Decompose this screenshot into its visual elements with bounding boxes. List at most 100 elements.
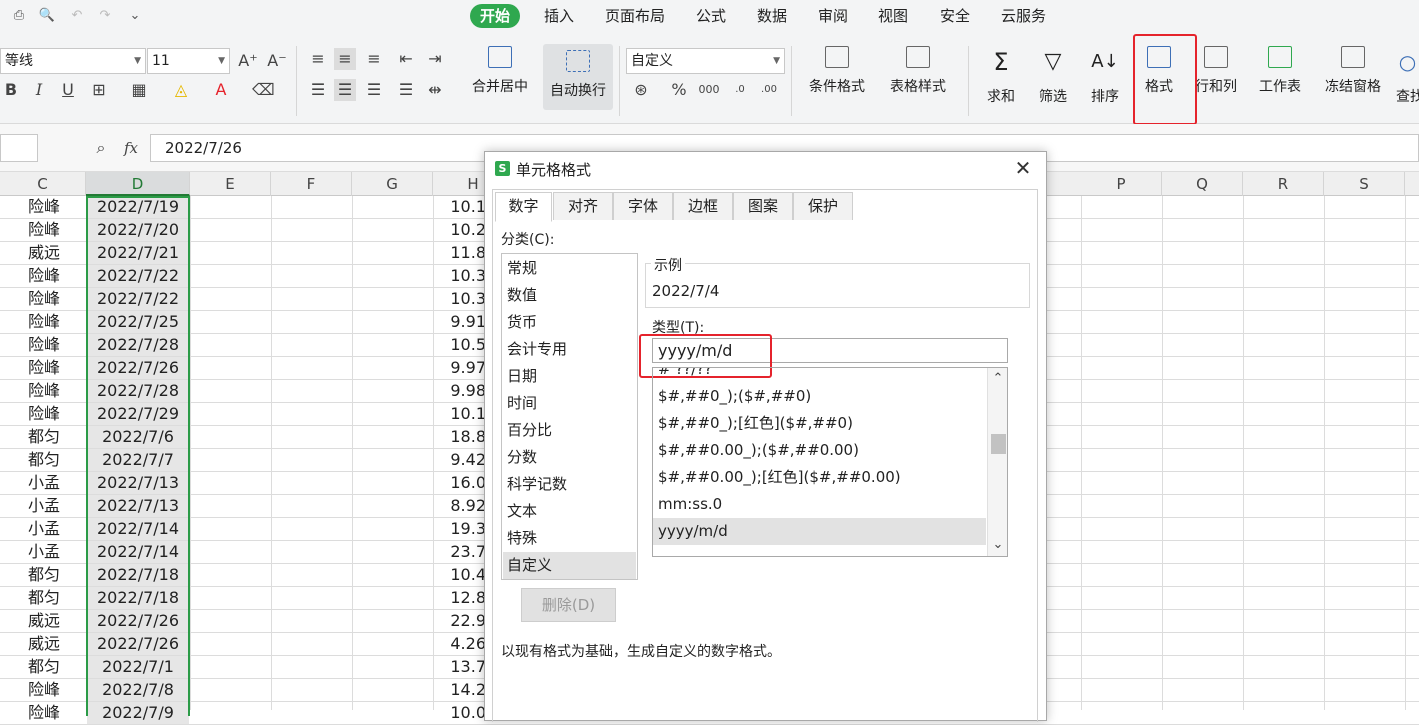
find-button[interactable]: ○ 查找 [1396, 46, 1419, 106]
scroll-thumb[interactable] [991, 434, 1006, 454]
format-code-item[interactable]: $#,##0.00_);[红色]($#,##0.00) [653, 464, 986, 491]
tab-font[interactable]: 字体 [613, 192, 673, 220]
category-item[interactable]: 文本 [503, 498, 636, 525]
cell-h[interactable]: 12.8 [436, 587, 486, 609]
thousands-icon[interactable]: 000 [698, 79, 720, 101]
column-header-r[interactable]: R [1243, 172, 1324, 196]
name-box[interactable] [0, 134, 38, 162]
font-color-icon[interactable]: A [210, 79, 232, 101]
cell-c[interactable]: 险峰 [4, 219, 84, 241]
cell-h[interactable]: 23.7 [436, 541, 486, 563]
decrease-indent-icon[interactable]: ⇤ [395, 48, 417, 70]
category-item[interactable]: 自定义 [503, 552, 636, 579]
category-item[interactable]: 特殊 [503, 525, 636, 552]
align-bottom-icon[interactable]: ≡ [363, 48, 385, 70]
cell-c[interactable]: 小孟 [4, 541, 84, 563]
cell-h[interactable]: 10.5 [436, 334, 486, 356]
percent-icon[interactable]: % [668, 79, 690, 101]
increase-decimal-icon[interactable]: .0 [729, 79, 751, 101]
cell-h[interactable]: 19.3 [436, 518, 486, 540]
column-header-p[interactable]: P [1081, 172, 1162, 196]
customize-toolbar-icon[interactable]: ⌄ [124, 6, 146, 26]
font-name-select[interactable]: 等线 ▼ [0, 48, 146, 74]
cell-c[interactable]: 险峰 [4, 288, 84, 310]
fx-icon[interactable]: fx [120, 137, 142, 159]
merge-center-button[interactable]: 合并居中 [466, 46, 534, 96]
category-item[interactable]: 百分比 [503, 417, 636, 444]
format-code-item[interactable]: yyyy/m/d [653, 518, 986, 545]
cell-h[interactable]: 18.8 [436, 426, 486, 448]
font-size-select[interactable]: 11 ▼ [147, 48, 230, 74]
cell-h[interactable]: 10.3 [436, 265, 486, 287]
worksheet-button[interactable]: 工作表 [1252, 46, 1308, 96]
tab-protection[interactable]: 保护 [793, 192, 853, 220]
tab-view[interactable]: 视图 [868, 4, 918, 28]
cell-c[interactable]: 小孟 [4, 472, 84, 494]
auto-wrap-button[interactable]: 自动换行 [543, 44, 613, 110]
bold-icon[interactable]: B [0, 79, 22, 101]
cell-c[interactable]: 威远 [4, 610, 84, 632]
filter-button[interactable]: ▽ 筛选 [1030, 46, 1076, 106]
column-header-e[interactable]: E [190, 172, 271, 196]
cell-h[interactable]: 9.97 [436, 357, 486, 379]
cell-c[interactable]: 小孟 [4, 495, 84, 517]
cell-h[interactable]: 11.8 [436, 242, 486, 264]
delete-button[interactable]: 删除(D) [521, 588, 616, 622]
tab-data[interactable]: 数据 [747, 4, 797, 28]
decrease-decimal-icon[interactable]: .00 [758, 79, 780, 101]
tab-page-layout[interactable]: 页面布局 [595, 4, 675, 28]
cell-h[interactable]: 13.7 [436, 656, 486, 678]
cell-c[interactable]: 都匀 [4, 426, 84, 448]
underline-icon[interactable]: U [57, 79, 79, 101]
format-code-list[interactable]: # ??/?? $#,##0_);($#,##0) $#,##0_);[红色]($#… [652, 367, 1008, 557]
scroll-down-icon[interactable]: ⌄ [988, 536, 1007, 554]
clear-icon[interactable]: ⌫ [252, 79, 275, 101]
conditional-format-button[interactable]: 条件格式 [800, 46, 874, 96]
scroll-up-icon[interactable]: ⌃ [988, 370, 1007, 388]
format-code-item[interactable]: $#,##0.00_);($#,##0.00) [653, 437, 986, 464]
print-preview-icon[interactable]: 🔍 [36, 6, 58, 26]
freeze-panes-button[interactable]: 冻结窗格 [1318, 46, 1388, 96]
border-icon[interactable]: ⊞ [88, 79, 110, 101]
tab-number[interactable]: 数字 [495, 192, 552, 222]
justify-icon[interactable]: ☰ [395, 79, 417, 101]
cell-h[interactable]: 10.3 [436, 288, 486, 310]
column-header-d[interactable]: D [86, 172, 190, 196]
increase-font-icon[interactable]: A⁺ [237, 50, 259, 72]
category-item[interactable]: 会计专用 [503, 336, 636, 363]
redo-icon[interactable]: ↷ [94, 6, 116, 26]
column-header-c[interactable]: C [0, 172, 86, 196]
align-middle-icon[interactable]: ≡ [334, 48, 356, 70]
tab-review[interactable]: 审阅 [808, 4, 858, 28]
category-item[interactable]: 数值 [503, 282, 636, 309]
align-top-icon[interactable]: ≡ [307, 48, 329, 70]
cell-c[interactable]: 威远 [4, 633, 84, 655]
cell-c[interactable]: 险峰 [4, 679, 84, 701]
currency-icon[interactable]: ⊛ [630, 79, 652, 101]
tab-alignment[interactable]: 对齐 [553, 192, 613, 220]
category-item[interactable]: 货币 [503, 309, 636, 336]
category-list[interactable]: 常规 数值 货币 会计专用 日期 时间 百分比 分数 科学记数 文本 特殊 自定义 [501, 253, 638, 580]
category-item[interactable]: 科学记数 [503, 471, 636, 498]
tab-home[interactable]: 开始 [470, 4, 521, 28]
cell-h[interactable]: 9.42 [436, 449, 486, 471]
print-icon[interactable]: ⎙ [8, 6, 30, 26]
cell-h[interactable]: 9.91 [436, 311, 486, 333]
tab-cloud[interactable]: 云服务 [991, 4, 1056, 28]
cell-c[interactable]: 险峰 [4, 380, 84, 402]
number-format-select[interactable]: 自定义 ▼ [626, 48, 785, 74]
table-style-button[interactable]: 表格样式 [882, 46, 954, 96]
format-code-item[interactable]: $#,##0_);[红色]($#,##0) [653, 410, 986, 437]
cell-h[interactable]: 10.4 [436, 564, 486, 586]
cell-h[interactable]: 10.2 [436, 219, 486, 241]
cell-c[interactable]: 险峰 [4, 196, 84, 218]
cell-h[interactable]: 4.26 [436, 633, 486, 655]
cell-c[interactable]: 险峰 [4, 403, 84, 425]
cell-c[interactable]: 都匀 [4, 656, 84, 678]
cell-c[interactable]: 威远 [4, 242, 84, 264]
cell-c[interactable]: 险峰 [4, 357, 84, 379]
align-right-icon[interactable]: ☰ [363, 79, 385, 101]
category-item[interactable]: 常规 [503, 255, 636, 282]
tab-insert[interactable]: 插入 [534, 4, 584, 28]
category-item[interactable]: 日期 [503, 363, 636, 390]
